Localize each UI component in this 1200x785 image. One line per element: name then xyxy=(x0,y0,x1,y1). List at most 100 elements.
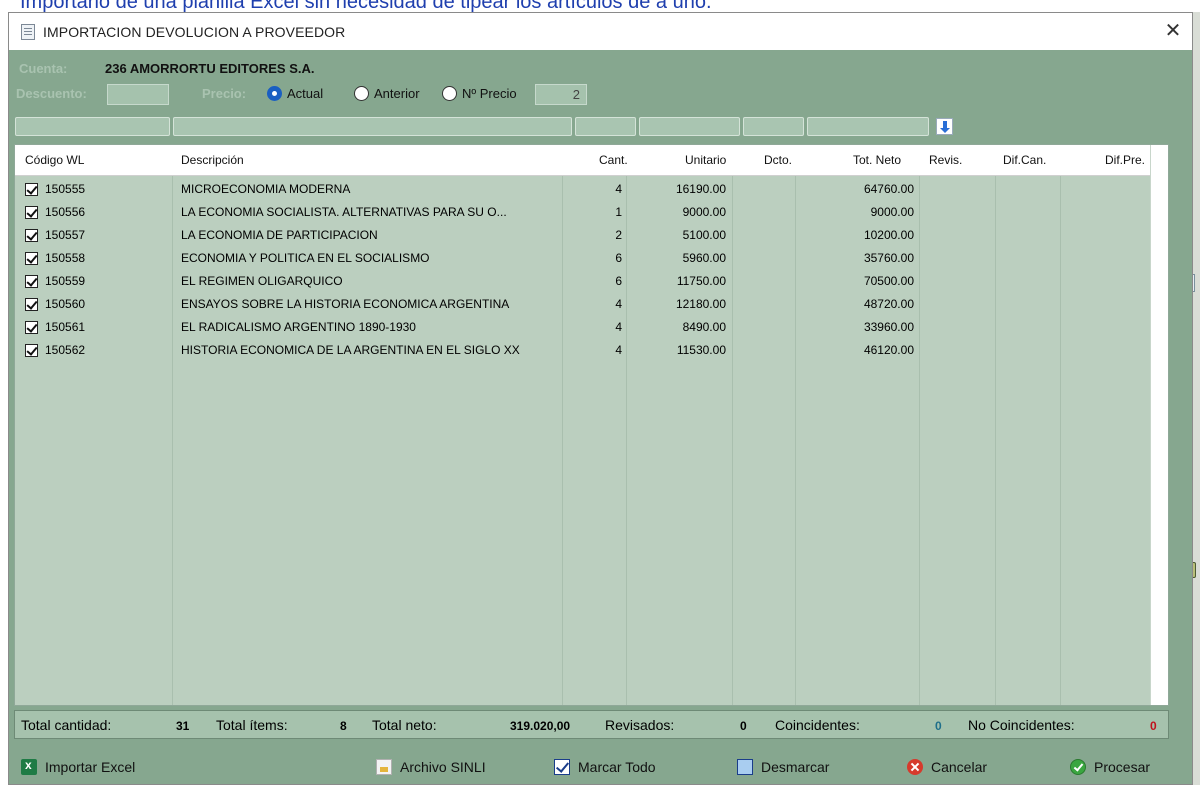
row-checkbox[interactable] xyxy=(25,298,38,311)
cell-dcto xyxy=(736,270,790,293)
procesar-label: Procesar xyxy=(1094,759,1151,775)
cell-revis xyxy=(923,247,991,270)
importar-excel-button[interactable]: Importar Excel xyxy=(21,758,136,775)
table-row[interactable]: 150562 HISTORIA ECONOMICA DE LA ARGENTINA… xyxy=(15,339,1150,362)
options-row: Descuento: Precio: Actual Anterior Nº Pr… xyxy=(9,81,1192,107)
cell-dcto xyxy=(736,201,790,224)
row-checkbox[interactable] xyxy=(25,206,38,219)
download-icon[interactable] xyxy=(936,118,953,135)
filter-descripcion[interactable] xyxy=(173,117,572,136)
cell-totneto: 64760.00 xyxy=(863,182,914,196)
table-row[interactable]: 150561 EL RADICALISMO ARGENTINO 1890-1930… xyxy=(15,316,1150,339)
check-circle-icon xyxy=(1070,759,1086,775)
cell-cant: 4 xyxy=(615,343,622,357)
cell-difpre xyxy=(1064,293,1146,316)
cell-difpre xyxy=(1064,316,1146,339)
precio-label: Precio: xyxy=(202,86,247,101)
col-unitario[interactable]: Unitario xyxy=(685,145,726,176)
cell-revis xyxy=(923,293,991,316)
cell-revis xyxy=(923,270,991,293)
filter-cant[interactable] xyxy=(575,117,636,136)
filter-unitario[interactable] xyxy=(639,117,740,136)
articles-table: Código WL Descripción Cant. Unitario Dct… xyxy=(14,144,1169,706)
table-header: Código WL Descripción Cant. Unitario Dct… xyxy=(15,145,1168,176)
close-button[interactable]: ✕ xyxy=(1160,18,1186,44)
cell-revis xyxy=(923,339,991,362)
radio-empty-icon xyxy=(354,86,369,101)
col-totneto[interactable]: Tot. Neto xyxy=(853,145,901,176)
archivo-sinli-button[interactable]: Archivo SINLI xyxy=(376,759,486,775)
cell-difpre xyxy=(1064,270,1146,293)
precio-radio-actual[interactable]: Actual xyxy=(267,86,323,101)
table-row[interactable]: 150557 LA ECONOMIA DE PARTICIPACION 2 5100.… xyxy=(15,224,1150,247)
radio-selected-icon xyxy=(267,86,282,101)
importar-excel-label: Importar Excel xyxy=(45,759,136,775)
table-row[interactable]: 150556 LA ECONOMIA SOCIALISTA. ALTERNATIV… xyxy=(15,201,1150,224)
cell-unitario: 11530.00 xyxy=(676,343,726,357)
cuenta-label: Cuenta: xyxy=(19,61,68,76)
account-row: Cuenta: 236 AMORRORTU EDITORES S.A. xyxy=(9,58,1192,80)
cell-revis xyxy=(923,178,991,201)
col-revis[interactable]: Revis. xyxy=(929,145,962,176)
cell-unitario: 16190.00 xyxy=(675,182,726,196)
row-checkbox[interactable] xyxy=(25,183,38,196)
total-neto-label: Total neto: xyxy=(372,717,437,733)
descuento-field[interactable] xyxy=(107,84,169,105)
cell-dcto xyxy=(736,224,790,247)
cell-difcan xyxy=(999,247,1056,270)
cell-descripcion: HISTORIA ECONOMICA DE LA ARGENTINA EN EL… xyxy=(181,343,520,357)
cancelar-button[interactable]: Cancelar xyxy=(907,759,987,775)
table-row[interactable]: 150558 ECONOMIA Y POLITICA EN EL SOCIALIS… xyxy=(15,247,1150,270)
cell-dcto xyxy=(736,293,790,316)
cell-codigo: 150556 xyxy=(45,205,86,219)
cell-unitario: 11750.00 xyxy=(676,274,726,288)
table-row[interactable]: 150559 EL REGIMEN OLIGARQUICO 6 11750.00 705… xyxy=(15,270,1150,293)
revisados-value: 0 xyxy=(740,719,747,733)
precio-radio-anterior[interactable]: Anterior xyxy=(354,86,420,101)
cell-cant: 6 xyxy=(615,251,622,265)
radio-label-nprecio: Nº Precio xyxy=(462,86,517,101)
cell-totneto: 9000.00 xyxy=(870,205,914,219)
marcar-todo-button[interactable]: Marcar Todo xyxy=(554,759,656,775)
table-row[interactable]: 150555 MICROECONOMIA MODERNA 4 16190.00 6476… xyxy=(15,178,1150,201)
cell-descripcion: EL REGIMEN OLIGARQUICO xyxy=(181,274,343,288)
row-checkbox[interactable] xyxy=(25,275,38,288)
row-checkbox[interactable] xyxy=(25,252,38,265)
cell-unitario: 12180.00 xyxy=(675,297,726,311)
precio-radio-nprecio[interactable]: Nº Precio xyxy=(442,86,517,101)
cell-totneto: 33960.00 xyxy=(863,320,914,334)
excel-icon xyxy=(21,758,37,775)
marcar-todo-label: Marcar Todo xyxy=(578,759,656,775)
cell-totneto: 48720.00 xyxy=(863,297,914,311)
cell-difcan xyxy=(999,339,1056,362)
col-difpre[interactable]: Dif.Pre. xyxy=(1105,145,1145,176)
col-codigo[interactable]: Código WL xyxy=(25,145,84,176)
cell-difpre xyxy=(1064,247,1146,270)
row-checkbox[interactable] xyxy=(25,344,38,357)
cell-difcan xyxy=(999,224,1056,247)
col-descripcion[interactable]: Descripción xyxy=(181,145,244,176)
cell-dcto xyxy=(736,247,790,270)
vertical-scrollbar[interactable] xyxy=(1150,145,1168,705)
checkbox-empty-icon xyxy=(737,759,753,775)
account-name: 236 AMORRORTU EDITORES S.A. xyxy=(105,61,315,76)
total-cantidad-value: 31 xyxy=(176,719,190,733)
filter-dcto[interactable] xyxy=(743,117,804,136)
filter-codigo[interactable] xyxy=(15,117,170,136)
row-checkbox[interactable] xyxy=(25,321,38,334)
filter-totneto[interactable] xyxy=(807,117,929,136)
desmarcar-button[interactable]: Desmarcar xyxy=(737,759,829,775)
col-difcan[interactable]: Dif.Can. xyxy=(1003,145,1046,176)
table-row[interactable]: 150560 ENSAYOS SOBRE LA HISTORIA ECONOMIC… xyxy=(15,293,1150,316)
cell-cant: 1 xyxy=(615,205,622,219)
total-neto-value: 319.020,00 xyxy=(510,719,571,733)
procesar-button[interactable]: Procesar xyxy=(1070,759,1150,775)
col-cant[interactable]: Cant. xyxy=(599,145,628,176)
cancelar-label: Cancelar xyxy=(931,759,988,775)
cell-codigo: 150558 xyxy=(45,251,86,265)
nprecio-field[interactable]: 2 xyxy=(535,84,587,105)
col-dcto[interactable]: Dcto. xyxy=(764,145,792,176)
cell-codigo: 150562 xyxy=(45,343,86,357)
row-checkbox[interactable] xyxy=(25,229,38,242)
cell-codigo: 150560 xyxy=(45,297,86,311)
